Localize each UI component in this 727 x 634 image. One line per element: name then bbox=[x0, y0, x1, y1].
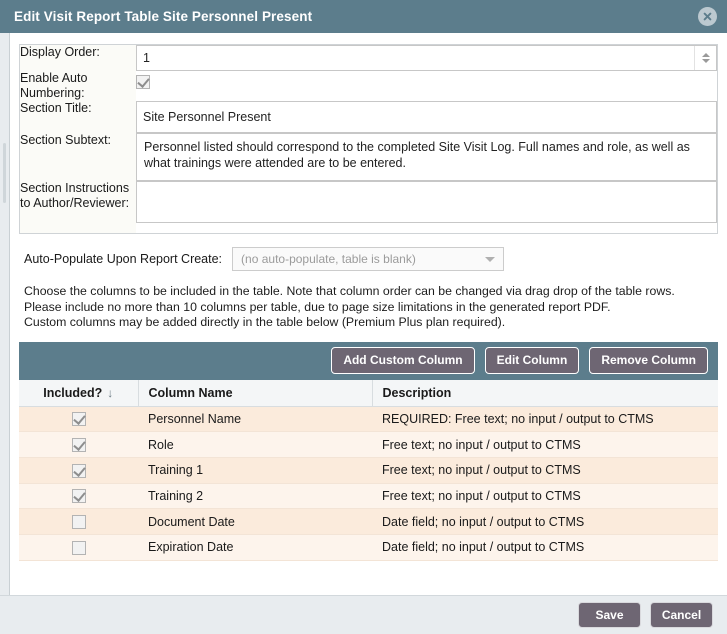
dialog-content: Display Order: Enable Auto Numbering: bbox=[9, 33, 727, 595]
columns-grid: Included? ↓ Column Name Description Perso… bbox=[19, 379, 718, 561]
row-included-cell bbox=[19, 457, 138, 484]
close-icon[interactable] bbox=[698, 7, 717, 26]
row-included-checkbox[interactable] bbox=[71, 412, 86, 427]
row-included-cell bbox=[19, 508, 138, 536]
display-order-stepper[interactable] bbox=[136, 45, 717, 71]
edit-visit-report-table-dialog: Edit Visit Report Table Site Personnel P… bbox=[0, 0, 727, 634]
row-description: Date field; no input / output to CTMS bbox=[372, 534, 718, 561]
column-header-description[interactable]: Description bbox=[372, 379, 718, 407]
auto-populate-label: Auto-Populate Upon Report Create: bbox=[24, 252, 223, 266]
row-included-cell bbox=[19, 534, 138, 561]
row-column-name: Training 1 bbox=[138, 457, 372, 484]
row-column-name: Role bbox=[138, 431, 372, 458]
table-row[interactable]: Training 1 Free text; no input / output t… bbox=[19, 457, 718, 484]
grid-toolbar: Add Custom Column Edit Column Remove Col… bbox=[19, 341, 718, 380]
instructions-line-2: Please include no more than 10 columns p… bbox=[24, 299, 611, 314]
row-included-checkbox[interactable] bbox=[71, 515, 86, 530]
row-description: Date field; no input / output to CTMS bbox=[372, 508, 718, 536]
section-instructions-textarea[interactable] bbox=[136, 181, 717, 223]
row-included-checkbox[interactable] bbox=[71, 489, 86, 504]
display-order-label: Display Order: bbox=[20, 45, 136, 71]
table-row[interactable]: Document Date Date field; no input / outp… bbox=[19, 508, 718, 536]
section-title-label: Section Title: bbox=[20, 101, 136, 133]
column-header-included[interactable]: Included? ↓ bbox=[19, 379, 139, 407]
row-included-cell bbox=[19, 406, 138, 433]
row-included-checkbox[interactable] bbox=[71, 463, 86, 478]
grid-header-row: Included? ↓ Column Name Description bbox=[19, 379, 718, 407]
left-scroll-gutter[interactable] bbox=[0, 33, 9, 595]
column-header-included-label: Included? bbox=[43, 385, 103, 400]
table-row[interactable]: Role Free text; no input / output to CTMS bbox=[19, 431, 718, 458]
add-custom-column-button[interactable]: Add Custom Column bbox=[331, 347, 475, 374]
row-included-checkbox[interactable] bbox=[71, 437, 86, 452]
enable-auto-numbering-checkbox[interactable] bbox=[136, 75, 150, 89]
field-row-section-subtext: Section Subtext: Personnel listed should… bbox=[20, 133, 717, 181]
edit-column-button[interactable]: Edit Column bbox=[484, 347, 580, 374]
instructions-line-1: Choose the columns to be included in the… bbox=[24, 284, 675, 298]
auto-populate-row: Auto-Populate Upon Report Create: (no au… bbox=[24, 247, 727, 271]
table-row[interactable]: Training 2 Free text; no input / output t… bbox=[19, 483, 718, 510]
instructions-line-3: Custom columns may be added directly in … bbox=[24, 315, 506, 329]
table-row[interactable]: Expiration Date Date field; no input / ou… bbox=[19, 534, 718, 561]
cancel-button[interactable]: Cancel bbox=[650, 602, 713, 628]
row-description: REQUIRED: Free text; no input / output t… bbox=[372, 406, 718, 433]
row-description: Free text; no input / output to CTMS bbox=[372, 483, 718, 510]
scrollbar-thumb[interactable] bbox=[3, 143, 6, 203]
dialog-titlebar: Edit Visit Report Table Site Personnel P… bbox=[0, 0, 727, 33]
row-included-cell bbox=[19, 483, 138, 510]
table-row[interactable]: Personnel Name REQUIRED: Free text; no in… bbox=[19, 406, 718, 433]
section-title-input[interactable] bbox=[136, 101, 717, 133]
auto-populate-select[interactable]: (no auto-populate, table is blank) bbox=[232, 247, 505, 271]
section-subtext-textarea[interactable]: Personnel listed should correspond to th… bbox=[136, 133, 717, 181]
section-instructions-label: Section Instructions to Author/Reviewer: bbox=[20, 181, 136, 233]
column-header-column-name[interactable]: Column Name bbox=[138, 379, 373, 407]
dialog-title: Edit Visit Report Table Site Personnel P… bbox=[14, 9, 313, 24]
field-row-section-title: Section Title: bbox=[20, 101, 717, 133]
enable-auto-numbering-label: Enable Auto Numbering: bbox=[20, 71, 136, 101]
row-column-name: Training 2 bbox=[138, 483, 372, 510]
row-column-name: Document Date bbox=[138, 508, 372, 536]
sort-descending-icon: ↓ bbox=[107, 385, 114, 400]
column-instructions: Choose the columns to be included in the… bbox=[24, 284, 727, 331]
row-description: Free text; no input / output to CTMS bbox=[372, 431, 718, 458]
remove-column-button[interactable]: Remove Column bbox=[589, 347, 708, 374]
row-column-name: Personnel Name bbox=[138, 406, 372, 433]
section-subtext-label: Section Subtext: bbox=[20, 133, 136, 181]
save-button[interactable]: Save bbox=[578, 602, 641, 628]
section-properties-panel: Display Order: Enable Auto Numbering: bbox=[19, 44, 718, 234]
chevron-down-icon bbox=[485, 257, 496, 262]
display-order-input[interactable] bbox=[136, 45, 717, 71]
row-column-name: Expiration Date bbox=[138, 534, 372, 561]
field-row-auto-numbering: Enable Auto Numbering: bbox=[20, 71, 717, 101]
field-row-section-instructions: Section Instructions to Author/Reviewer: bbox=[20, 181, 717, 233]
row-included-cell bbox=[19, 431, 138, 458]
row-included-checkbox[interactable] bbox=[71, 540, 86, 555]
dialog-body: Display Order: Enable Auto Numbering: bbox=[0, 33, 727, 595]
dialog-footer: Save Cancel bbox=[0, 595, 727, 634]
row-description: Free text; no input / output to CTMS bbox=[372, 457, 718, 484]
field-row-display-order: Display Order: bbox=[20, 45, 717, 71]
display-order-spin-buttons[interactable] bbox=[694, 46, 716, 70]
auto-populate-selected-value: (no auto-populate, table is blank) bbox=[241, 252, 416, 266]
